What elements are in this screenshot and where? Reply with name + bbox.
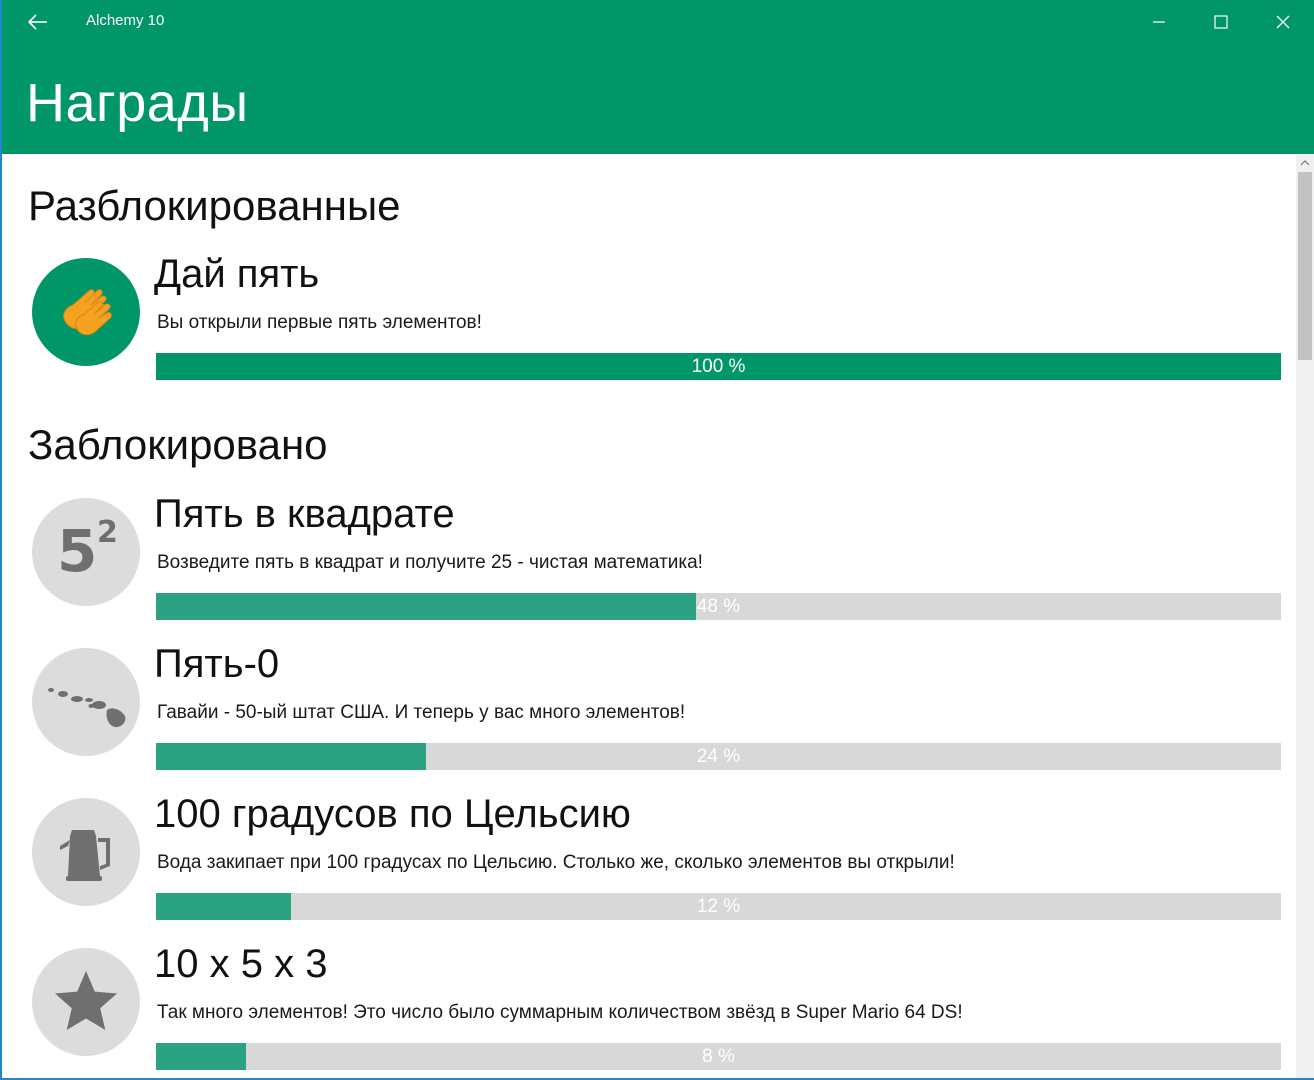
scroll-up-button[interactable] [1296,154,1314,172]
award-progress-label: 100 % [691,356,746,377]
maximize-button[interactable] [1190,0,1252,44]
high-five-icon [63,289,112,336]
close-button[interactable] [1252,0,1314,44]
award-item: 100 градусов по Цельсию Вода закипает пр… [4,792,1296,948]
award-title: Дай пять [154,252,320,296]
award-description: Гавайи - 50-ый штат США. И теперь у вас … [157,702,686,723]
award-description: Так много элементов! Это число было сумм… [157,1002,963,1023]
award-title: Пять в квадрате [154,492,455,536]
award-title: 10 x 5 x 3 [154,942,328,986]
award-icon-badge [32,948,140,1056]
close-icon [1276,15,1290,29]
award-progress-bar: 8 % [156,1043,1281,1070]
award-item: 5 2 Пять в квадрате Возведите пять в ква… [4,492,1296,648]
page-title: Награды [26,73,249,133]
minimize-icon [1153,21,1165,23]
award-progress-bar: 24 % [156,743,1281,770]
section-title-locked: Заблокировано [28,421,328,468]
five-squared-exponent: 2 [97,515,118,550]
award-item: Пять-0 Гавайи - 50-ый штат США. И теперь… [4,642,1296,798]
maximize-icon [1214,15,1228,29]
award-title: 100 градусов по Цельсию [154,792,631,836]
award-progress-bar: 48 % [156,593,1281,620]
award-description: Вода закипает при 100 градусах по Цельси… [157,852,955,873]
app-window: Alchemy 10 Награды Разблокированные Дай … [0,0,1314,1080]
award-icon-badge [32,648,140,756]
award-progress-label: 48 % [696,596,741,617]
title-bar: Alchemy 10 [2,0,1314,44]
vertical-scrollbar[interactable] [1296,154,1314,1078]
award-progress-label: 24 % [696,746,741,767]
award-icon-badge [32,798,140,906]
app-title: Alchemy 10 [86,12,165,29]
award-icon-badge [32,258,140,366]
star-icon [55,971,117,1030]
section-title-unlocked: Разблокированные [28,182,401,229]
award-progress-bar: 12 % [156,893,1281,920]
awards-list[interactable]: Разблокированные Дай пять Вы открыли пер… [4,154,1296,1078]
chevron-up-icon [1300,160,1310,166]
award-progress-bar: 100 % [156,353,1281,380]
page-header: Награды [2,44,1314,154]
back-button[interactable] [18,8,58,36]
minimize-button[interactable] [1128,0,1190,44]
award-icon-badge: 5 2 [32,498,140,606]
five-squared-base: 5 [57,517,98,585]
hawaii-islands-icon [48,688,126,728]
arrow-left-icon [28,14,47,30]
award-item: 10 x 5 x 3 Так много элементов! Это числ… [4,942,1296,1078]
award-progress-label: 12 % [696,896,741,917]
award-item: Дай пять Вы открыли первые пять элементо… [4,252,1296,408]
award-progress-label: 8 % [702,1046,735,1067]
award-description: Возведите пять в квадрат и получите 25 -… [157,552,703,573]
award-description: Вы открыли первые пять элементов! [157,312,482,333]
scrollbar-thumb[interactable] [1298,172,1312,360]
kettle-icon [60,830,110,881]
five-squared-icon: 5 2 [51,517,121,587]
award-title: Пять-0 [154,642,280,686]
